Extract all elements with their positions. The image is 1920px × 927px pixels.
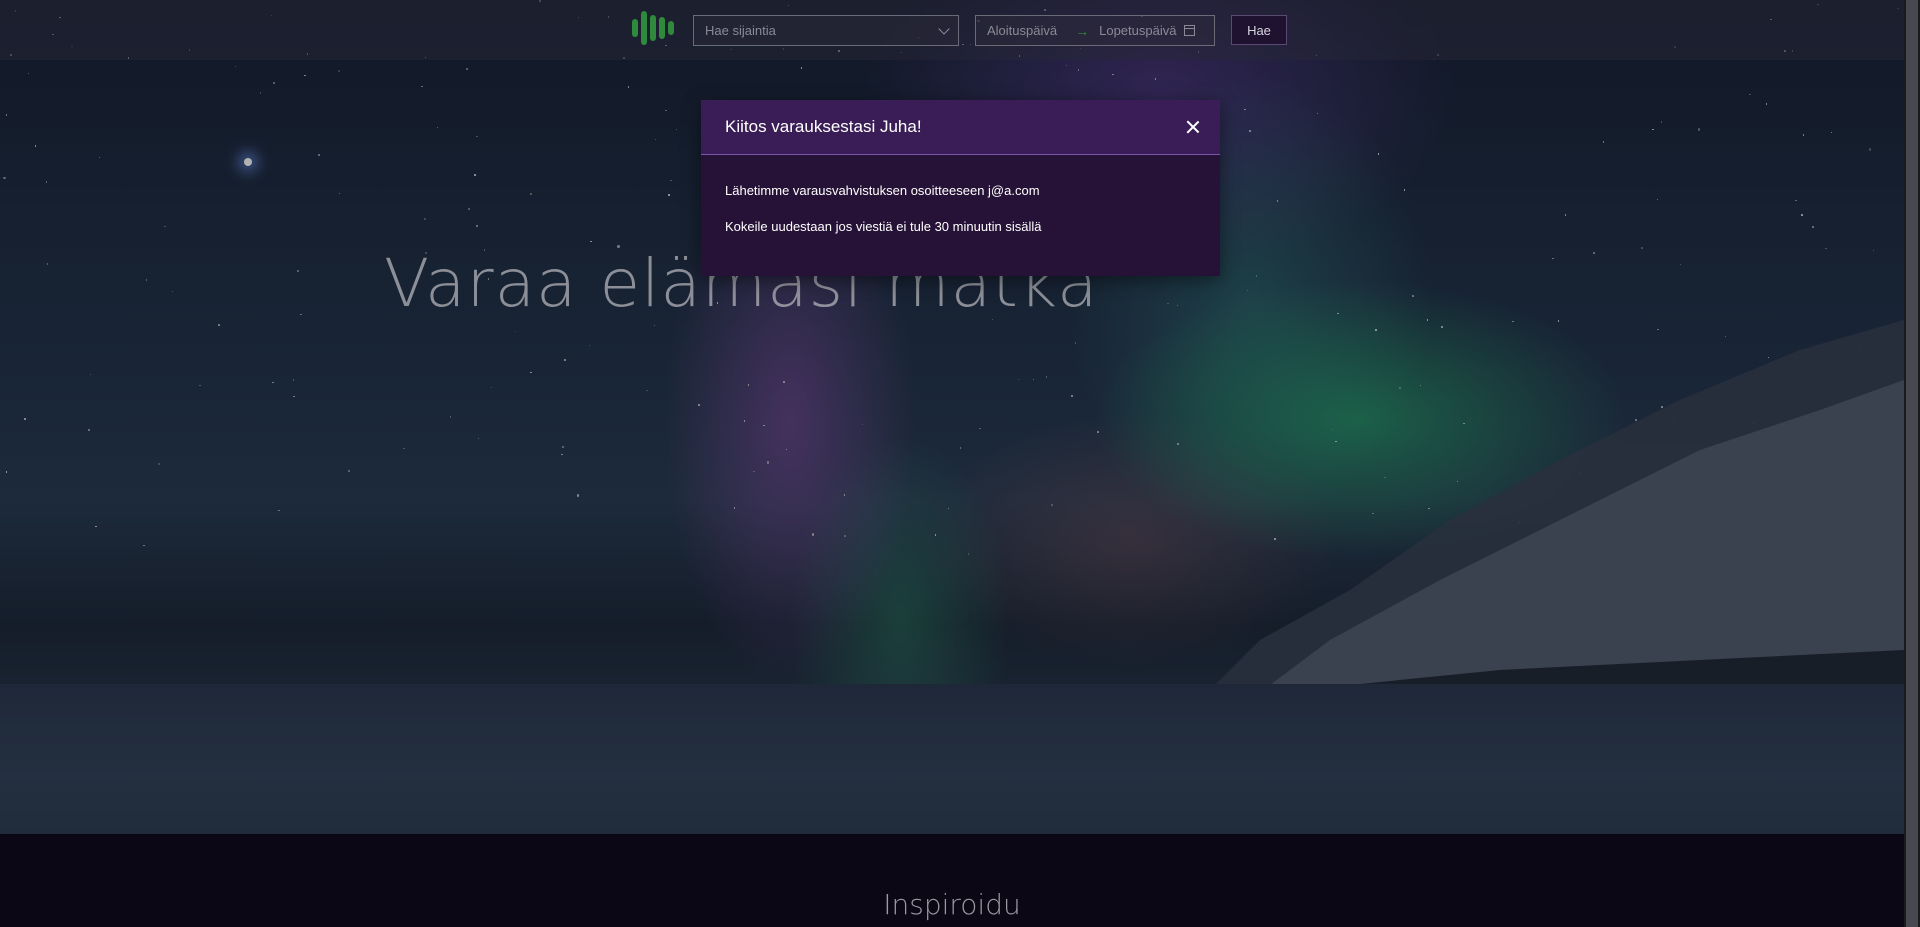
top-navbar: Hae sijaintia Aloituspäivä → Lopetuspäiv… [0, 0, 1904, 60]
section-title: Inspiroidu [883, 888, 1021, 921]
chevron-down-icon [938, 22, 950, 35]
calendar-icon [1184, 25, 1196, 36]
close-icon[interactable] [1186, 120, 1200, 134]
modal-body: Lähetimme varausvahvistuksen osoitteesee… [701, 155, 1220, 234]
search-button[interactable]: Hae [1231, 15, 1287, 45]
scrollbar-thumb[interactable] [1906, 0, 1918, 927]
confirmation-modal: Kiitos varauksestasi Juha! Lähetimme var… [701, 100, 1220, 276]
page-scrollbar[interactable] [1904, 0, 1920, 927]
location-placeholder: Hae sijaintia [705, 23, 776, 38]
end-date-input[interactable]: Lopetuspäivä [1099, 23, 1176, 38]
location-select[interactable]: Hae sijaintia [693, 15, 959, 46]
modal-header: Kiitos varauksestasi Juha! [701, 100, 1220, 155]
modal-title: Kiitos varauksestasi Juha! [725, 117, 922, 136]
logo-bars-icon[interactable] [632, 10, 678, 46]
arrow-right-icon: → [1075, 22, 1090, 39]
modal-message-line1: Lähetimme varausvahvistuksen osoitteesee… [725, 183, 1040, 198]
start-date-input[interactable]: Aloituspäivä [987, 23, 1057, 38]
modal-message-line2: Kokeile uudestaan jos viestiä ei tule 30… [725, 219, 1042, 234]
date-range-picker[interactable]: Aloituspäivä → Lopetuspäivä [975, 15, 1215, 46]
